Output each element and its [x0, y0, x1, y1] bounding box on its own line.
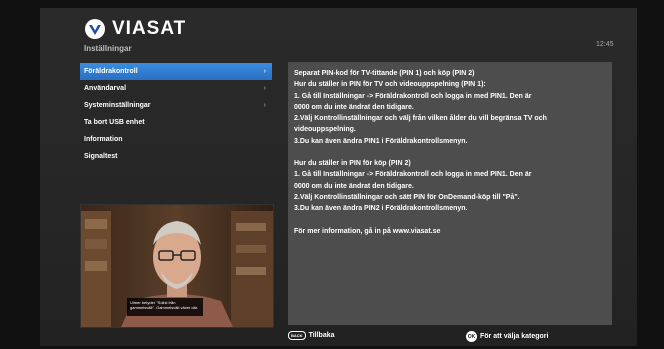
info-line — [294, 147, 604, 158]
info-text: Separat PIN-kod för TV-tittande (PIN 1) … — [294, 68, 604, 237]
info-line: Hur du ställer in PIN för köp (PIN 2) — [294, 160, 411, 168]
settings-menu: Föräldrakontroll › Användarval › Systeminstä… — [80, 63, 272, 165]
back-key-icon: BACK — [288, 331, 306, 340]
page-title: Inställningar — [84, 44, 132, 53]
info-line: Separat PIN-kod för TV-tittande (PIN 1) … — [294, 70, 475, 77]
menu-item-label: Information — [84, 136, 123, 143]
ok-key-icon: OK — [466, 331, 477, 342]
menu-item[interactable]: Användarval › — [80, 80, 272, 97]
video-preview: Ulmer betyder "Solist från gammelsvält".… — [80, 204, 274, 328]
info-line — [294, 215, 604, 226]
menu-item[interactable]: Ta bort USB enhet — [80, 114, 272, 131]
menu-item-label: Signaltest — [84, 153, 118, 160]
ok-hint[interactable]: OK För att välja kategori — [466, 331, 548, 342]
back-label: Tillbaka — [308, 332, 335, 339]
viasat-logo-icon — [85, 19, 105, 39]
info-line: videouppspelning. — [294, 126, 356, 134]
chevron-right-icon: › — [263, 85, 266, 92]
info-line: 1. Gå till Inställningar -> Föräldrakont… — [294, 92, 532, 100]
info-panel: Separat PIN-kod för TV-tittande (PIN 1) … — [288, 62, 612, 325]
info-line: 2.Välj Kontrollinställningar och välj fr… — [294, 115, 547, 123]
back-hint[interactable]: BACK Tillbaka — [288, 331, 335, 340]
info-line: 3.Du kan även ändra PIN1 i Föräldrakontr… — [294, 137, 468, 145]
viasat-logo-text: VIASAT — [112, 18, 187, 39]
viasat-logo: VIASAT — [84, 18, 186, 40]
info-line: 2.Välj Kontrollinställningar och sätt PI… — [294, 193, 520, 201]
clock: 12:45 — [596, 41, 614, 48]
chevron-right-icon: › — [263, 102, 266, 109]
menu-item-label: Föräldrakontroll — [84, 68, 138, 75]
info-line: 0000 om du inte ändrat den tidigare. — [294, 103, 414, 111]
menu-item-label: Ta bort USB enhet — [84, 119, 145, 126]
ok-label: För att välja kategori — [480, 333, 549, 340]
menu-item[interactable]: Systeminställningar › — [80, 97, 272, 114]
menu-item-label: Användarval — [84, 85, 127, 92]
info-line: 1. Gå till Inställningar -> Föräldrakont… — [294, 171, 532, 179]
chevron-right-icon: › — [263, 68, 266, 75]
info-line: För mer information, gå in på www.viasat… — [294, 227, 441, 235]
menu-item[interactable]: Information — [80, 131, 272, 148]
menu-item-label: Systeminställningar — [84, 102, 151, 109]
menu-item[interactable]: Signaltest — [80, 148, 272, 165]
subtitle-caption: Ulmer betyder "Solist från gammelsvält".… — [127, 298, 203, 316]
menu-item[interactable]: Föräldrakontroll › — [80, 63, 272, 80]
info-line: 3.Du kan även ändra PIN2 i Föräldrakontr… — [294, 205, 468, 213]
info-line: Hur du ställer in PIN för TV och videoup… — [294, 81, 486, 89]
info-line: 0000 om du inte ändrat den tidigare. — [294, 182, 414, 190]
